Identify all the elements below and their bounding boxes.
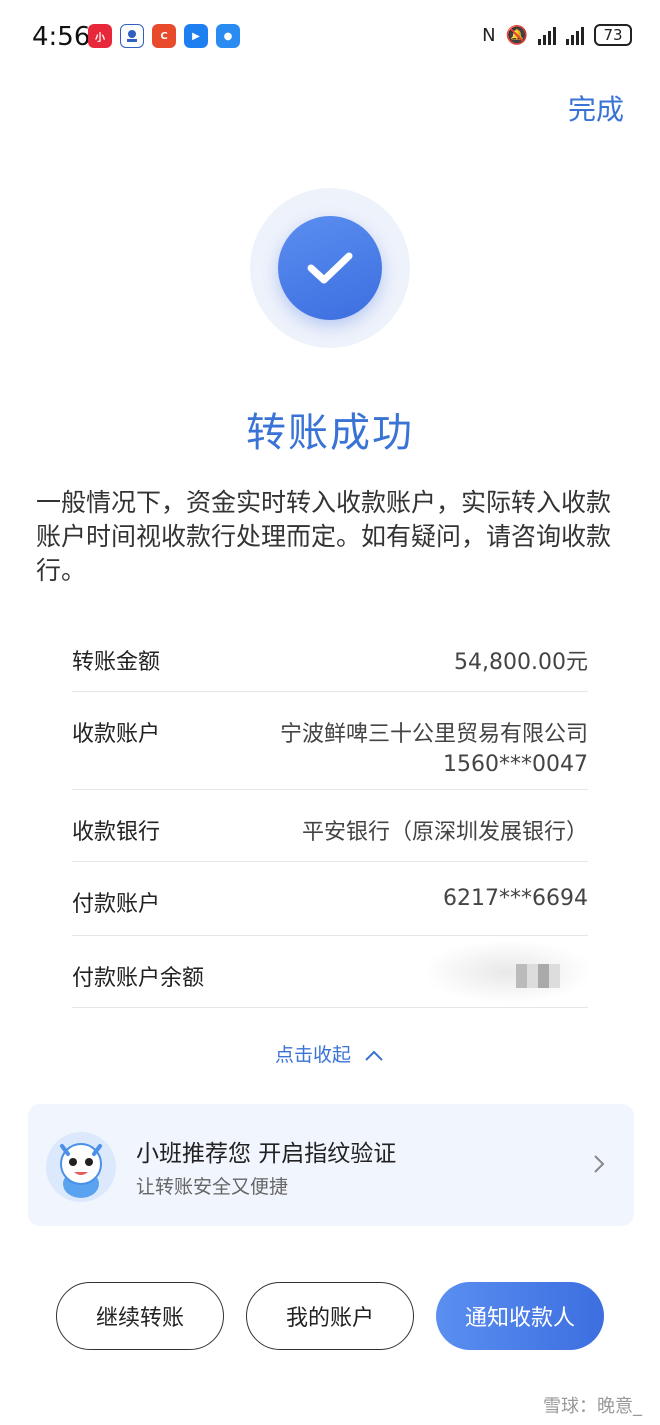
detail-row-payer: 付款账户 6217***6694 [72,862,588,936]
status-time: 4:56 [32,22,91,52]
my-account-button[interactable]: 我的账户 [246,1282,414,1350]
message-icon: ● [216,24,240,48]
promo-title: 小班推荐您 开启指纹验证 [136,1141,397,1167]
balance-label: 付款账户余额 [72,966,205,991]
system-icons: N 🔕 73 [482,24,632,46]
xiaohongshu-icon: 小 [88,24,112,48]
payee-name: 宁波鲜啤三十公里贸易有限公司 [279,722,588,747]
bank-value: 平安银行（原深圳发展银行） [301,820,588,845]
fingerprint-promo-card[interactable]: 小班推荐您 开启指纹验证 让转账安全又便捷 [28,1104,634,1226]
done-button[interactable]: 完成 [568,88,624,128]
payee-value: 宁波鲜啤三十公里贸易有限公司 1560***0047 [280,692,588,777]
success-badge [250,188,410,348]
bank-label: 收款银行 [72,820,161,845]
chevron-right-icon [594,1155,605,1173]
signal-2-icon [566,25,584,45]
watermark: 雪球：晚意_ [543,1396,642,1417]
signal-icon [538,25,556,45]
mascot-avatar [46,1132,116,1202]
chevron-up-icon [365,1050,383,1061]
detail-row-bank: 收款银行 平安银行（原深圳发展银行） [72,790,588,862]
amount-value: 54,800.00元 [454,650,588,675]
checkmark-icon [278,216,382,320]
transfer-notice: 一般情况下，资金实时转入收款账户，实际转入收款账户时间视收款行处理而定。如有疑问… [36,488,612,585]
payer-value: 6217***6694 [443,886,588,911]
detail-row-amount: 转账金额 54,800.00元 [72,620,588,692]
status-bar: 4:56 小 C ▶ ● N 🔕 73 [0,0,660,78]
payer-label: 付款账户 [72,892,161,917]
page-title: 转账成功 [246,410,414,456]
app-play-icon: ▶ [184,24,208,48]
detail-row-payee: 收款账户 宁波鲜啤三十公里贸易有限公司 1560***0047 [72,692,588,790]
payee-account: 1560***0047 [443,752,588,777]
amount-label: 转账金额 [72,650,161,675]
mute-icon: 🔕 [505,24,528,46]
collapse-toggle[interactable]: 点击收起 [0,1040,660,1067]
battery-icon: 73 [594,24,632,46]
app-notification-icon [120,24,144,48]
collapse-label: 点击收起 [274,1044,351,1066]
transfer-details: 转账金额 54,800.00元 收款账户 宁波鲜啤三十公里贸易有限公司 1560… [72,620,588,1008]
nfc-icon: N [482,24,496,46]
detail-row-balance: 付款账户余额 [72,936,588,1008]
app-c-icon: C [152,24,176,48]
notify-payee-button[interactable]: 通知收款人 [436,1282,604,1350]
continue-transfer-button[interactable]: 继续转账 [56,1282,224,1350]
payee-label: 收款账户 [72,722,161,747]
promo-subtitle: 让转账安全又便捷 [136,1176,289,1198]
notification-icons: 小 C ▶ ● [88,24,240,48]
balance-redacted [428,942,588,1002]
